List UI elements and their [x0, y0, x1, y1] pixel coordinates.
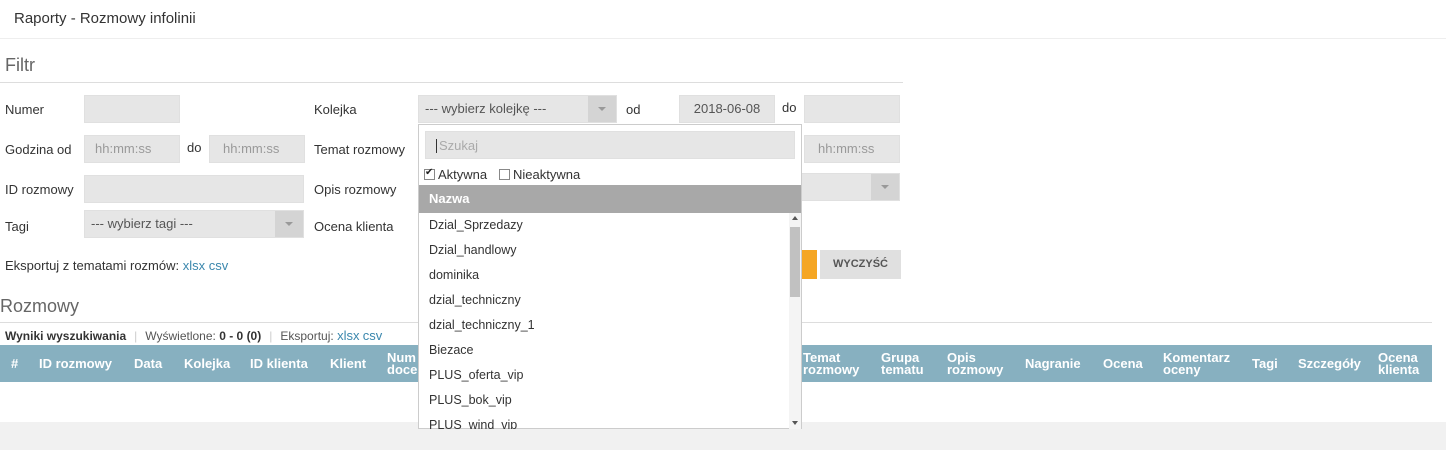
results-export-xlsx-link[interactable]: xlsx [337, 328, 359, 343]
scroll-down-icon[interactable] [792, 421, 798, 425]
chevron-down-icon [275, 211, 303, 237]
export-text: Eksportuj z tematami rozmów: xlsx csv [5, 258, 228, 273]
dropdown-list: Dzial_Sprzedazy Dzial_handlowy dominika … [419, 213, 789, 429]
list-item[interactable]: Dzial_handlowy [419, 238, 789, 263]
col-grupa-line2: tematu [881, 362, 924, 377]
time-from-placeholder: hh:mm:ss [95, 141, 152, 156]
tagi-select-value: --- wybierz tagi --- [91, 216, 193, 231]
list-item[interactable]: Biezace [419, 338, 789, 363]
inactive-label: Nieaktywna [513, 167, 581, 182]
results-export-label: Eksportuj: [280, 329, 334, 343]
col-ocena-klienta[interactable]: Ocena klienta [1378, 351, 1420, 377]
tagi-select[interactable]: --- wybierz tagi --- [84, 210, 304, 238]
temat-label: Temat rozmowy [314, 142, 406, 157]
col-data[interactable]: Data [134, 357, 162, 370]
time-to-right-input[interactable]: hh:mm:ss [804, 135, 900, 163]
col-komentarz-line2: oceny [1163, 362, 1201, 377]
id-rozmowy-input[interactable] [84, 175, 304, 203]
list-item[interactable]: PLUS_bok_vip [419, 388, 789, 413]
kolejka-select[interactable]: --- wybierz kolejkę --- [418, 95, 617, 123]
date-from-input[interactable]: 2018-06-08 [679, 95, 775, 123]
col-numer[interactable]: Num doce [387, 351, 418, 377]
col-komentarz[interactable]: Komentarz oceny [1163, 351, 1230, 377]
dropdown-search-placeholder: Szukaj [439, 138, 479, 153]
active-label: Aktywna [438, 167, 488, 182]
col-szczegoly[interactable]: Szczegóły [1298, 357, 1361, 370]
time-from-input[interactable]: hh:mm:ss [84, 135, 180, 163]
col-opis[interactable]: Opis rozmowy [947, 351, 1004, 377]
results-title: Rozmowy [0, 296, 80, 316]
godzina-do-label: do [187, 140, 202, 155]
list-item[interactable]: dzial_techniczny_1 [419, 313, 789, 338]
dropdown-scrollbar[interactable] [789, 213, 801, 429]
list-item[interactable]: PLUS_wind_vip [419, 413, 789, 429]
col-nagranie[interactable]: Nagranie [1025, 357, 1081, 370]
scrollbar-thumb[interactable] [790, 227, 800, 297]
do-label: do [782, 100, 797, 115]
shown-label: Wyświetlone: [145, 329, 216, 343]
shown-value: 0 - 0 (0) [219, 329, 262, 343]
id-rozmowy-label: ID rozmowy [5, 182, 74, 197]
scroll-up-icon[interactable] [792, 216, 798, 220]
col-ocena[interactable]: Ocena [1103, 357, 1143, 370]
filter-title: Filtr [5, 55, 35, 75]
col-temat-line2: rozmowy [803, 362, 860, 377]
dropdown-search-input[interactable]: Szukaj [425, 131, 795, 159]
list-item[interactable]: dzial_techniczny [419, 288, 789, 313]
numer-label: Numer [5, 102, 45, 117]
inactive-checkbox[interactable]: Nieaktywna [499, 167, 580, 182]
clear-button[interactable]: WYCZYŚĆ [820, 250, 901, 279]
col-temat[interactable]: Temat rozmowy [803, 351, 860, 377]
col-opis-line2: rozmowy [947, 362, 1004, 377]
active-checkbox[interactable]: Aktywna [424, 167, 487, 182]
col-id-klienta[interactable]: ID klienta [250, 357, 308, 370]
list-item[interactable]: Dzial_Sprzedazy [419, 213, 789, 238]
divider [0, 38, 1446, 39]
col-klient[interactable]: Klient [330, 357, 366, 370]
col-tagi[interactable]: Tagi [1252, 357, 1278, 370]
list-item[interactable]: dominika [419, 263, 789, 288]
godzina-od-label: Godzina od [5, 142, 72, 157]
col-grupa[interactable]: Grupa tematu [881, 351, 924, 377]
date-from-value: 2018-06-08 [693, 101, 761, 116]
export-xlsx-link[interactable]: xlsx [183, 258, 205, 273]
dropdown-column-header: Nazwa [419, 185, 801, 213]
time-to-right-placeholder: hh:mm:ss [818, 141, 875, 156]
time-to-placeholder: hh:mm:ss [223, 141, 280, 156]
col-hash[interactable]: # [11, 357, 18, 370]
opis-select[interactable] [790, 173, 900, 201]
col-ocena-klienta-line2: klienta [1378, 362, 1420, 377]
col-kolejka[interactable]: Kolejka [184, 357, 230, 370]
checkbox-unchecked-icon [499, 169, 510, 180]
opis-label: Opis rozmowy [314, 182, 397, 197]
chevron-down-icon [871, 174, 899, 200]
numer-input[interactable] [84, 95, 180, 123]
search-results-label: Wyniki wyszukiwania [5, 329, 127, 343]
export-csv-link[interactable]: csv [209, 258, 229, 273]
ocena-label: Ocena klienta [314, 219, 394, 234]
text-caret [436, 139, 437, 153]
col-numer-line2: doce [387, 362, 418, 377]
time-to-input[interactable]: hh:mm:ss [209, 135, 305, 163]
od-label: od [626, 102, 641, 117]
kolejka-label: Kolejka [314, 102, 357, 117]
export-label: Eksportuj z tematami rozmów: [5, 258, 180, 273]
results-bar: Wyniki wyszukiwania | Wyświetlone: 0 - 0 (… [5, 328, 383, 343]
divider [0, 82, 903, 83]
list-item[interactable]: PLUS_oferta_vip [419, 363, 789, 388]
col-id-rozmowy[interactable]: ID rozmowy [39, 357, 112, 370]
kolejka-select-value: --- wybierz kolejkę --- [425, 101, 547, 116]
results-export-csv-link[interactable]: csv [363, 328, 383, 343]
kolejka-dropdown: Szukaj Aktywna Nieaktywna Nazwa Dzial_Sp… [418, 124, 802, 429]
date-to-input[interactable] [804, 95, 900, 123]
tagi-label: Tagi [5, 219, 29, 234]
checkbox-checked-icon [424, 167, 435, 180]
page-title: Raporty - Rozmowy infolinii [14, 10, 196, 27]
chevron-down-icon [588, 96, 616, 122]
